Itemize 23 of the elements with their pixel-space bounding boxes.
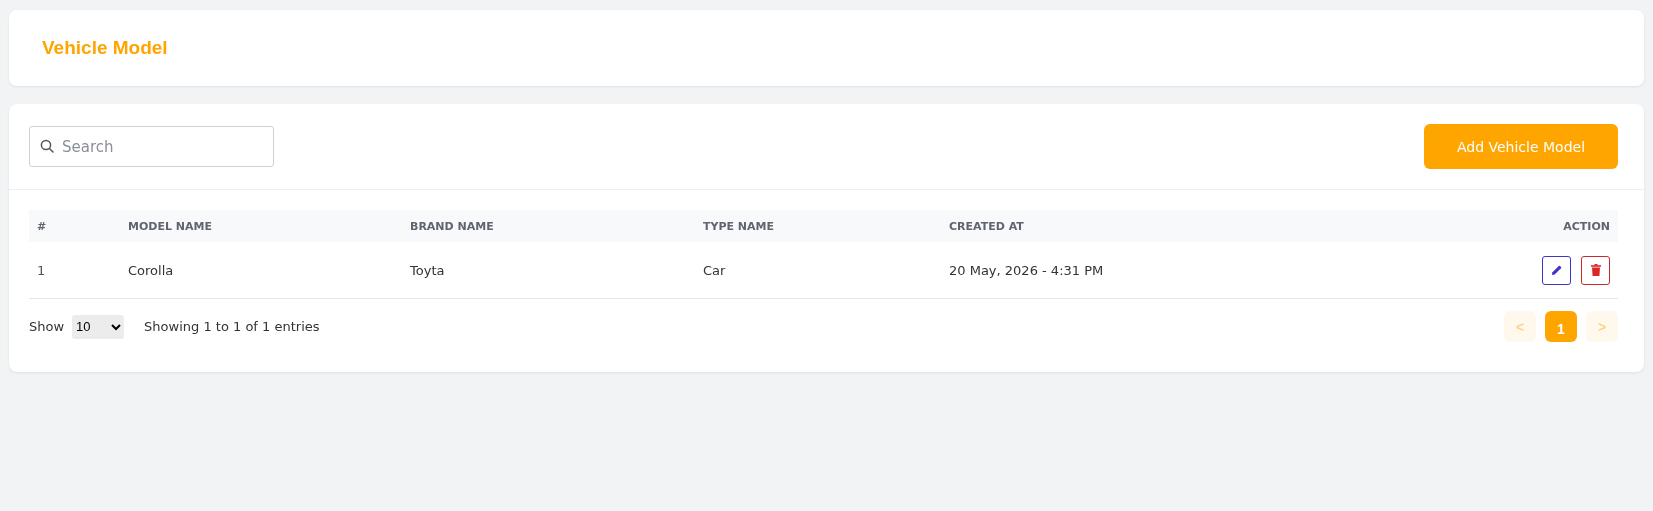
table-cell: Toyta [402,242,695,299]
search-field[interactable]: Search [29,126,274,167]
trash-icon [1590,264,1601,276]
table-cell: 20 May, 2026 - 4:31 PM [941,242,1395,299]
table-cell: Car [695,242,941,299]
delete-button[interactable] [1581,255,1610,285]
show-label: Show [29,319,65,334]
column-header: # [29,210,120,242]
column-header: TYPE NAME [695,210,941,242]
search-icon [40,139,54,153]
table-cell: 1 [29,242,120,299]
page-size-select[interactable]: 10 [72,314,125,339]
column-header: ACTION [1394,210,1618,242]
page-button[interactable]: 1 [1545,311,1577,342]
page-title: Vehicle Model [42,37,168,59]
column-header: CREATED AT [941,210,1395,242]
entries-info: Showing 1 to 1 of 1 entries [144,319,320,334]
table-cell: Corolla [120,242,402,299]
add-vehicle-model-button[interactable]: Add Vehicle Model [1424,124,1618,169]
edit-button[interactable] [1542,255,1571,285]
column-header: BRAND NAME [402,210,695,242]
pencil-icon [1551,264,1562,276]
column-header: MODEL NAME [120,210,402,242]
